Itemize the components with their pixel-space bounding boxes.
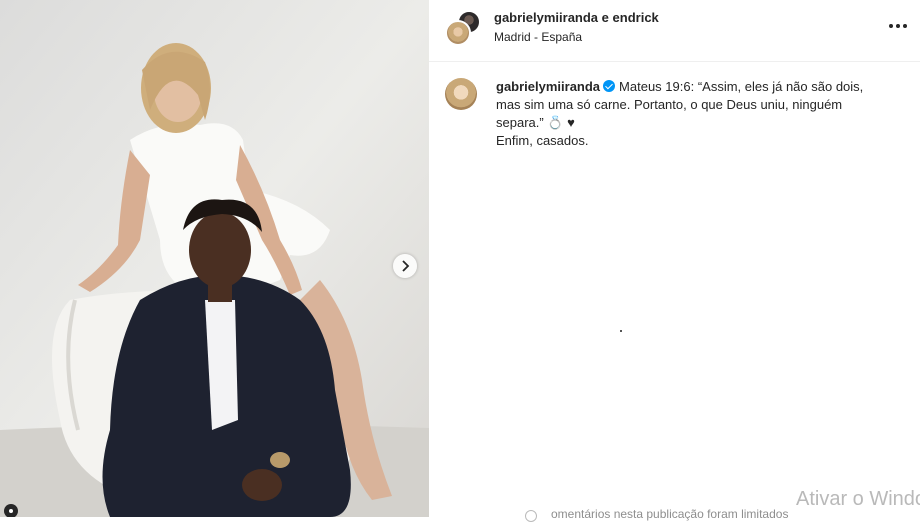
post-panel: gabrielymiiranda e endrick Madrid - Espa… xyxy=(429,0,920,522)
info-icon xyxy=(525,510,537,522)
next-photo-button[interactable] xyxy=(393,254,417,278)
more-options-button[interactable] xyxy=(884,16,912,36)
carousel-indicator-icon xyxy=(4,504,18,517)
comments-limited-note: omentários nesta publicação foram limita… xyxy=(551,507,789,521)
verified-badge-icon xyxy=(603,80,616,92)
couple-photo xyxy=(0,0,429,517)
caption-username-link[interactable]: gabrielymiiranda xyxy=(496,79,600,94)
caption: gabrielymiiranda Mateus 19:6: “Assim, ele… xyxy=(496,78,891,150)
more-options-icon xyxy=(903,24,907,28)
header-usernames: gabrielymiiranda e endrick xyxy=(494,10,659,25)
chevron-right-icon xyxy=(402,260,410,272)
more-options-icon xyxy=(896,24,900,28)
caption-line2: Enfim, casados. xyxy=(496,133,589,148)
collab-avatars[interactable] xyxy=(445,10,481,46)
header-user1-link[interactable]: gabrielymiiranda xyxy=(494,10,598,25)
post-photo[interactable] xyxy=(0,0,429,517)
location-link[interactable]: Madrid - España xyxy=(494,30,582,44)
avatar[interactable] xyxy=(445,78,477,110)
more-options-icon xyxy=(889,24,893,28)
windows-activation-watermark: Ativar o Windo xyxy=(796,488,920,510)
post-header: gabrielymiiranda e endrick Madrid - Espa… xyxy=(429,0,920,62)
divider xyxy=(620,330,622,332)
avatar xyxy=(445,20,471,46)
header-conjunction: e xyxy=(601,10,609,25)
header-user2-link[interactable]: endrick xyxy=(613,10,659,25)
